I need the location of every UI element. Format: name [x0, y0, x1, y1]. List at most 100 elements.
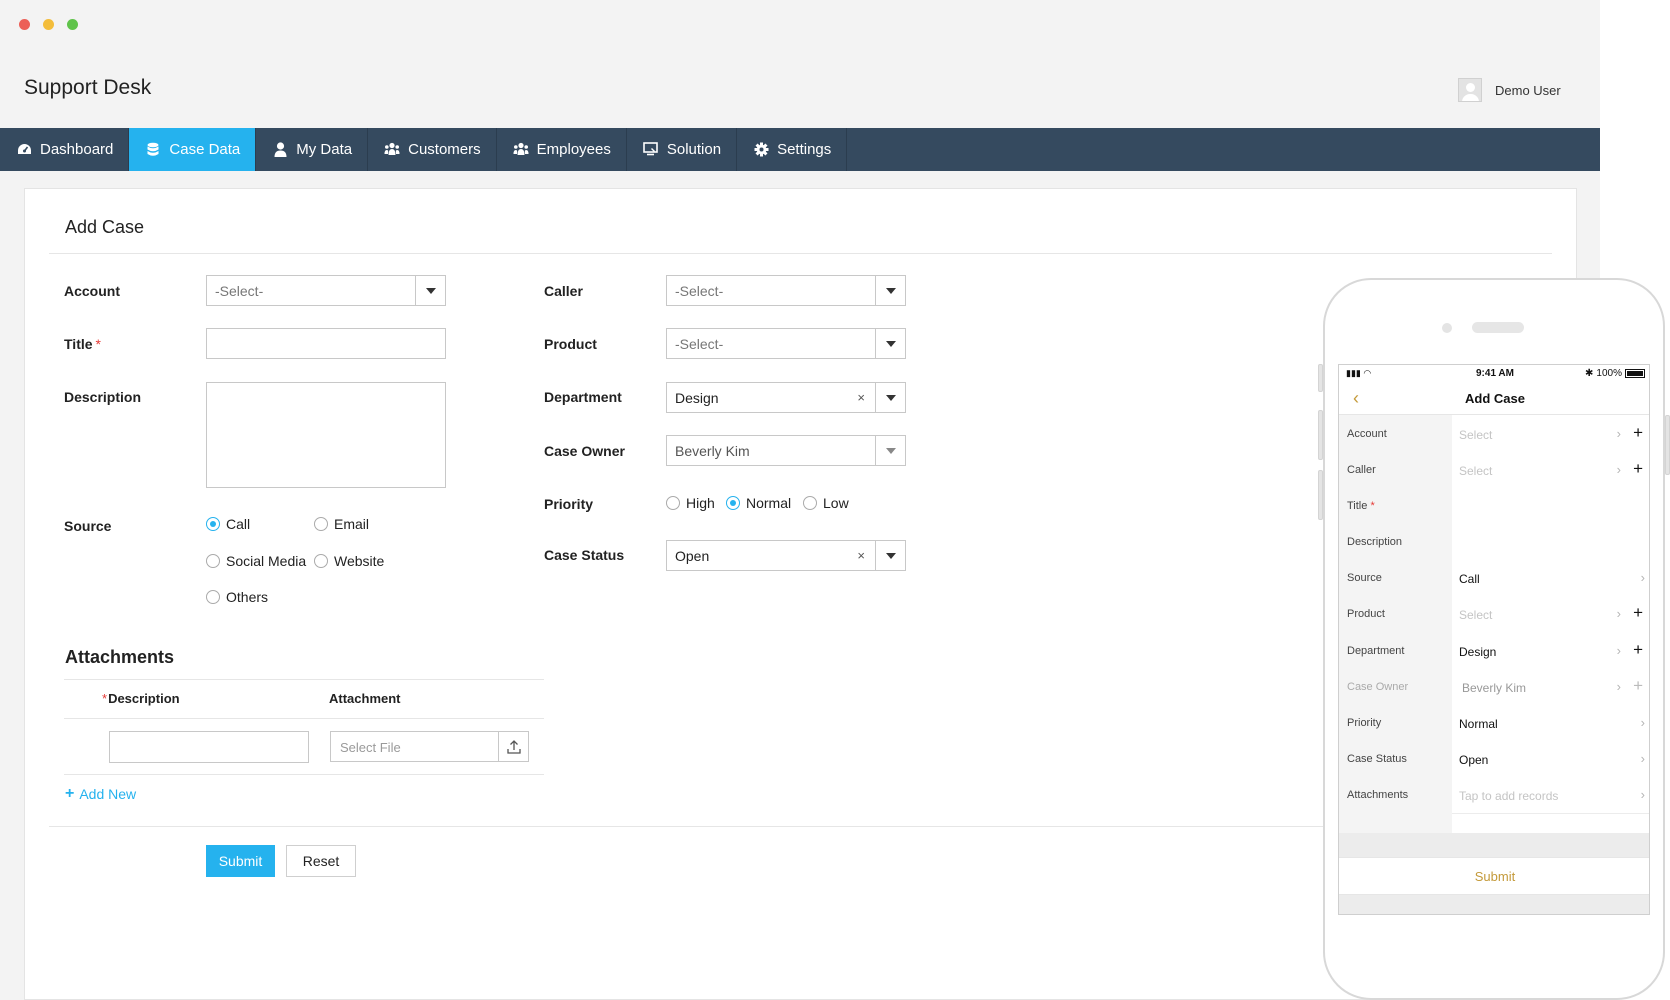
- mobile-product-field[interactable]: Select › +: [1452, 595, 1649, 633]
- mobile-row-source[interactable]: Source Call ›: [1339, 559, 1649, 597]
- required-mark: *: [1370, 500, 1375, 512]
- chevron-down-icon[interactable]: [875, 383, 905, 412]
- source-radio-email[interactable]: Email: [314, 516, 369, 532]
- submit-button[interactable]: Submit: [206, 845, 275, 877]
- mobile-description-field[interactable]: [1452, 523, 1649, 561]
- source-radio-social-media[interactable]: Social Media: [206, 553, 306, 569]
- nav-item-my-data[interactable]: My Data: [256, 128, 369, 171]
- mobile-title-field[interactable]: [1452, 487, 1649, 525]
- priority-radio-high[interactable]: High: [666, 495, 715, 511]
- radio-icon[interactable]: [314, 517, 328, 531]
- plus-icon: +: [65, 785, 75, 802]
- source-radio-website[interactable]: Website: [314, 553, 384, 569]
- priority-radio-normal[interactable]: Normal: [726, 495, 791, 511]
- user-name: Demo User: [1495, 82, 1561, 98]
- phone-screen: ▮▮▮ ◠ 9:41 AM ✱ 100% ‹ Add Case Account …: [1338, 364, 1650, 915]
- radio-icon[interactable]: [803, 496, 817, 510]
- phone-power-button: [1665, 415, 1670, 475]
- account-select[interactable]: -Select-: [206, 275, 446, 306]
- nav-item-employees[interactable]: Employees: [497, 128, 627, 171]
- mobile-case-owner-field[interactable]: Beverly Kim › +: [1452, 668, 1649, 706]
- mobile-case-status-value: Open: [1459, 753, 1489, 767]
- mobile-submit-button[interactable]: Submit: [1339, 857, 1649, 895]
- radio-icon[interactable]: [206, 554, 220, 568]
- nav-label-settings: Settings: [777, 141, 832, 158]
- clear-icon[interactable]: ×: [857, 390, 865, 405]
- mobile-case-status-label: Case Status: [1347, 753, 1407, 765]
- mobile-department-field[interactable]: Design › +: [1452, 632, 1649, 670]
- minimize-window-button[interactable]: [43, 19, 54, 30]
- mobile-row-account[interactable]: Account Select › +: [1339, 415, 1649, 453]
- clear-icon[interactable]: ×: [857, 548, 865, 563]
- department-label: Department: [544, 389, 622, 405]
- description-textarea[interactable]: [206, 382, 446, 488]
- mobile-row-description[interactable]: Description: [1339, 523, 1649, 561]
- department-select[interactable]: Design ×: [666, 382, 906, 413]
- add-icon[interactable]: +: [1633, 459, 1643, 479]
- mobile-header: ‹ Add Case: [1339, 383, 1649, 415]
- mobile-row-department[interactable]: Department Design › +: [1339, 632, 1649, 670]
- chevron-down-icon[interactable]: [875, 541, 905, 570]
- case-status-select-value: Open: [675, 548, 710, 564]
- add-icon[interactable]: +: [1633, 603, 1643, 623]
- source-radio-others[interactable]: Others: [206, 589, 268, 605]
- source-website-label: Website: [334, 553, 385, 569]
- chevron-down-icon[interactable]: [875, 436, 905, 465]
- source-call-label: Call: [226, 516, 251, 532]
- source-others-label: Others: [226, 589, 269, 605]
- nav-item-case-data[interactable]: Case Data: [129, 128, 257, 171]
- radio-selected-icon[interactable]: [726, 496, 740, 510]
- radio-icon[interactable]: [666, 496, 680, 510]
- nav-item-solution[interactable]: Solution: [627, 128, 738, 171]
- source-radio-call[interactable]: Call: [206, 516, 250, 532]
- attachment-file-picker[interactable]: Select File: [330, 731, 529, 762]
- upload-icon[interactable]: [498, 732, 528, 761]
- attachment-description-input[interactable]: [109, 731, 309, 763]
- case-owner-select[interactable]: Beverly Kim: [666, 435, 906, 466]
- nav-item-dashboard[interactable]: Dashboard: [0, 128, 130, 171]
- title-input[interactable]: [206, 328, 446, 359]
- mobile-source-field[interactable]: Call ›: [1452, 559, 1649, 597]
- mobile-row-attachments[interactable]: Attachments Tap to add records ›: [1339, 776, 1649, 814]
- nav-item-settings[interactable]: Settings: [737, 128, 848, 171]
- nav-item-customers[interactable]: Customers: [368, 128, 497, 171]
- chevron-down-icon[interactable]: [875, 329, 905, 358]
- caller-select[interactable]: -Select-: [666, 275, 906, 306]
- phone-speaker: [1472, 322, 1524, 333]
- user-menu[interactable]: Demo User: [1458, 78, 1561, 102]
- mobile-case-status-field[interactable]: Open ›: [1452, 740, 1649, 778]
- mobile-row-caller[interactable]: Caller Select › +: [1339, 451, 1649, 489]
- radio-icon[interactable]: [206, 590, 220, 604]
- mobile-case-owner-label: Case Owner: [1347, 681, 1409, 693]
- mobile-row-product[interactable]: Product Select › +: [1339, 595, 1649, 633]
- maximize-window-button[interactable]: [67, 19, 78, 30]
- add-new-attachment-link[interactable]: + Add New: [65, 785, 136, 803]
- close-window-button[interactable]: [19, 19, 30, 30]
- add-icon[interactable]: +: [1633, 640, 1643, 660]
- mobile-row-title[interactable]: Title *: [1339, 487, 1649, 525]
- mobile-priority-field[interactable]: Normal ›: [1452, 704, 1649, 742]
- add-icon[interactable]: +: [1633, 676, 1643, 696]
- mobile-source-label: Source: [1347, 572, 1382, 584]
- mobile-account-field[interactable]: Select › +: [1452, 415, 1649, 453]
- account-label: Account: [64, 283, 120, 299]
- mobile-row-priority[interactable]: Priority Normal ›: [1339, 704, 1649, 742]
- product-label: Product: [544, 336, 597, 352]
- product-select[interactable]: -Select-: [666, 328, 906, 359]
- chevron-down-icon[interactable]: [415, 276, 445, 305]
- mobile-attachments-field[interactable]: Tap to add records ›: [1452, 776, 1649, 814]
- radio-selected-icon[interactable]: [206, 517, 220, 531]
- mobile-caller-field[interactable]: Select › +: [1452, 451, 1649, 489]
- case-status-select[interactable]: Open ×: [666, 540, 906, 571]
- add-icon[interactable]: +: [1633, 423, 1643, 443]
- mobile-row-case-owner[interactable]: Case Owner Beverly Kim › +: [1339, 668, 1649, 706]
- mobile-row-case-status[interactable]: Case Status Open ›: [1339, 740, 1649, 778]
- reset-button[interactable]: Reset: [286, 845, 356, 877]
- required-mark: *: [102, 691, 108, 706]
- chevron-down-icon[interactable]: [875, 276, 905, 305]
- priority-radio-low[interactable]: Low: [803, 495, 849, 511]
- required-mark: *: [95, 336, 101, 352]
- gear-icon: [753, 141, 769, 157]
- radio-icon[interactable]: [314, 554, 328, 568]
- source-email-label: Email: [334, 516, 370, 532]
